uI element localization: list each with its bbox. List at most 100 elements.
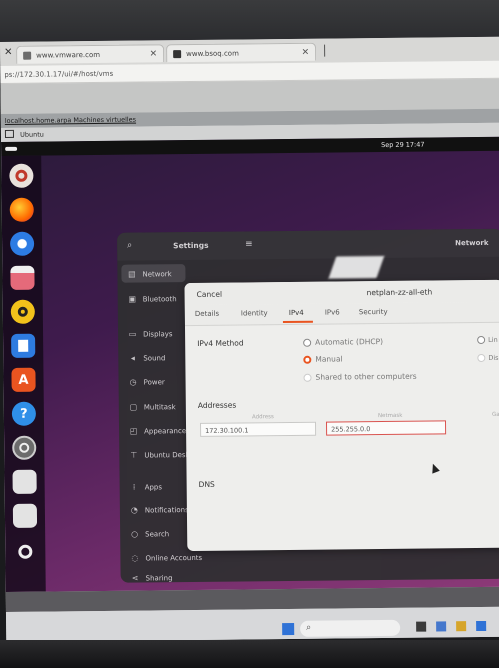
address-text: ps://172.30.1.17/ui/#/host/vms — [4, 69, 114, 79]
multitask-icon: ▢ — [129, 402, 138, 412]
screen-glare — [328, 255, 385, 279]
ubuntu-dock: A ? — [1, 155, 46, 592]
browser-tab-bsoq[interactable]: www.bsoq.com ✕ — [166, 42, 317, 63]
method-label: Lin — [488, 335, 498, 344]
writer-icon[interactable] — [11, 333, 36, 358]
method-link-local[interactable]: Lin — [477, 335, 498, 345]
radio-shared[interactable] — [303, 373, 312, 382]
monitor-screen: ✕ www.vmware.com ✕ www.bsoq.com ✕ ps://1… — [0, 36, 499, 642]
tab-label: www.bsoq.com — [186, 48, 239, 58]
cancel-button[interactable]: Cancel — [197, 290, 223, 299]
activities-pill-icon[interactable] — [5, 146, 18, 151]
method-automatic[interactable]: Automatic (DHCP) — [303, 337, 383, 347]
network-icon: ▤ — [128, 269, 136, 279]
sidebar-item-search[interactable]: ○ Search — [130, 529, 169, 539]
radio-manual-selected[interactable] — [303, 355, 312, 364]
netmask-input[interactable]: 255.255.0.0 — [325, 420, 447, 436]
sidebar-label: Apps — [144, 482, 163, 492]
app-center-icon[interactable]: A — [11, 367, 36, 392]
address-value: 172.30.100.1 — [205, 426, 249, 435]
sidebar-item-appearance[interactable]: ◰ Appearance — [129, 426, 186, 436]
sidebar-item-multitasking[interactable]: ▢ Multitask — [129, 402, 176, 412]
method-disable[interactable]: Dis — [477, 353, 499, 363]
settings-header: ⌕ Settings ≡ Network — [117, 228, 499, 261]
sidebar-item-apps[interactable]: ⁞ Apps — [130, 482, 163, 492]
menu-icon[interactable]: ≡ — [245, 239, 253, 249]
gateway-column-header: Ga — [491, 411, 499, 418]
tab-label: www.vmware.com — [36, 50, 101, 60]
files-icon[interactable] — [10, 265, 35, 290]
sidebar-label: Sound — [143, 353, 166, 363]
sidebar-label: Notifications — [144, 505, 189, 515]
bluetooth-icon: ▣ — [128, 294, 137, 304]
power-icon: ◷ — [129, 377, 137, 387]
sidebar-item-power[interactable]: ◷ Power — [129, 377, 165, 387]
ubuntu-logo-icon[interactable] — [13, 540, 37, 564]
sidebar-item-network[interactable]: ▤ Network — [127, 269, 172, 279]
tab-close-icon[interactable]: ✕ — [302, 47, 310, 57]
browser-tab-vmware[interactable]: www.vmware.com ✕ — [16, 44, 165, 64]
apps-icon: ⁞ — [132, 482, 136, 492]
vm-title: Ubuntu — [20, 130, 44, 139]
method-label: Automatic (DHCP) — [315, 337, 384, 347]
netmask-column-header: Netmask — [377, 412, 403, 420]
tab-ipv4[interactable]: IPv4 — [289, 309, 304, 317]
sidebar-label: Network — [142, 269, 172, 279]
tab-ipv6[interactable]: IPv6 — [325, 308, 340, 316]
close-icon[interactable]: ✕ — [4, 47, 13, 58]
sidebar-item-sound[interactable]: ◂ Sound — [128, 353, 166, 363]
windows-start-icon[interactable] — [282, 622, 295, 636]
sidebar-item-online-accounts[interactable]: ◌ Online Accounts — [130, 553, 202, 563]
sidebar-label: Power — [143, 377, 165, 387]
sidebar-item-displays[interactable]: ▭ Displays — [128, 329, 173, 339]
settings-gear-icon[interactable] — [12, 435, 37, 460]
taskbar-app-icon[interactable] — [476, 620, 487, 632]
page-favicon-icon — [173, 49, 182, 58]
radio-link-local[interactable] — [477, 335, 486, 345]
method-label: Dis — [488, 353, 499, 362]
dialog-tabs: Details Identity IPv4 IPv6 Security — [184, 301, 499, 327]
firefox-icon[interactable] — [9, 197, 34, 222]
sidebar-item-notifications[interactable]: ◔ Notifications — [130, 505, 189, 515]
radio-disable[interactable] — [477, 353, 486, 363]
sidebar-label: Bluetooth — [142, 294, 177, 304]
address-input[interactable]: 172.30.100.1 — [199, 421, 317, 437]
clock[interactable]: Sep 29 17:47 — [381, 138, 425, 152]
active-tab-indicator — [282, 320, 313, 324]
network-panel-title: Network — [455, 238, 489, 248]
cursor-caret — [324, 44, 326, 57]
help-lifebuoy-icon[interactable] — [9, 163, 34, 188]
tab-security[interactable]: Security — [359, 308, 388, 316]
taskbar-search-box[interactable]: ⌕ — [300, 619, 401, 637]
windows-taskbar: ⌕ — [5, 606, 499, 642]
sidebar-label: Multitask — [143, 402, 176, 412]
drive-2-icon[interactable] — [12, 503, 38, 528]
dialog-header: Cancel netplan-zz-all-eth — [184, 279, 499, 306]
radio-automatic[interactable] — [303, 338, 312, 347]
thunderbird-icon[interactable] — [9, 231, 35, 256]
taskbar-folder-icon[interactable] — [456, 621, 467, 632]
tab-identity[interactable]: Identity — [241, 309, 268, 317]
search-icon: ⌕ — [306, 622, 312, 633]
method-manual[interactable]: Manual — [303, 354, 343, 364]
bell-icon: ◔ — [130, 505, 138, 515]
search-icon[interactable]: ⌕ — [127, 241, 132, 251]
sidebar-item-bluetooth[interactable]: ▣ Bluetooth — [128, 294, 177, 304]
drive-icon[interactable] — [12, 469, 37, 494]
netmask-value: 255.255.0.0 — [331, 425, 371, 434]
address-column-header: Address — [251, 414, 274, 421]
settings-title: Settings — [173, 240, 209, 251]
taskbar-app-icon[interactable] — [416, 621, 427, 632]
tab-details[interactable]: Details — [195, 310, 219, 318]
method-label: Shared to other computers — [315, 371, 417, 382]
tab-close-icon[interactable]: ✕ — [150, 49, 158, 59]
sidebar-item-sharing[interactable]: ⋖ Sharing — [131, 573, 173, 583]
taskbar-app-icon[interactable] — [436, 621, 447, 632]
help-icon[interactable]: ? — [11, 401, 37, 426]
appearance-icon: ◰ — [129, 426, 138, 436]
sound-icon: ◂ — [130, 353, 135, 363]
dialog-title: netplan-zz-all-eth — [366, 287, 433, 298]
rhythmbox-icon[interactable] — [10, 299, 35, 324]
ubuntu-desktop-icon: ⊤ — [130, 450, 138, 460]
method-shared[interactable]: Shared to other computers — [303, 371, 417, 382]
